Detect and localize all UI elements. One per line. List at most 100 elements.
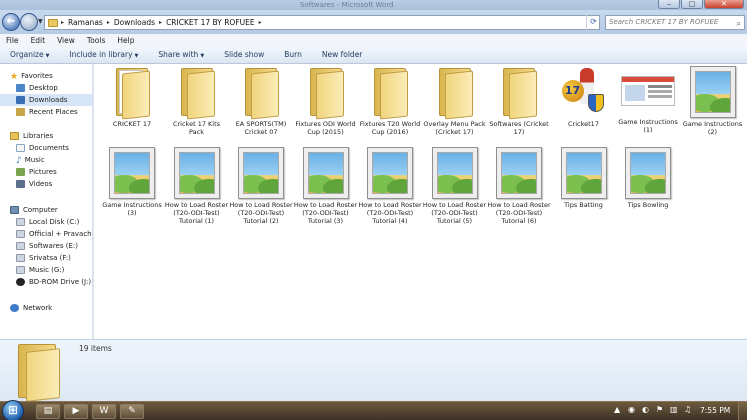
chevron-down-icon: ▼	[200, 53, 205, 59]
slide-show-button[interactable]: Slide show	[224, 50, 264, 59]
chevron-right-icon[interactable]: ▸	[61, 19, 64, 26]
search-placeholder: Search CRICKET 17 BY ROFUEE	[609, 18, 719, 26]
recent-pages-dropdown-icon[interactable]: ▼	[38, 18, 43, 25]
new-folder-button[interactable]: New folder	[322, 50, 363, 59]
refresh-icon[interactable]: ⟳	[586, 15, 600, 30]
folder-icon	[499, 66, 539, 120]
chevron-right-icon[interactable]: ▸	[159, 19, 162, 26]
hard-disk-icon	[16, 218, 25, 226]
nav-label: Libraries	[23, 132, 54, 140]
nav-pictures[interactable]: Pictures	[16, 166, 57, 178]
minimize-button[interactable]: –	[658, 0, 680, 9]
tray-chevron-up-icon[interactable]: ▲	[614, 405, 620, 414]
tray-flag-icon[interactable]: ⚑	[656, 405, 663, 414]
file-item[interactable]: Tips Batting	[552, 147, 616, 209]
show-desktop-button[interactable]	[738, 402, 747, 420]
documents-icon	[16, 144, 25, 152]
file-item[interactable]: EA SPORTS(TM) Cricket 07	[229, 66, 293, 136]
nav-drive-d[interactable]: Official + Pravachan	[16, 228, 92, 240]
tray-security-icon[interactable]: ◉	[628, 405, 635, 414]
nav-recent-places[interactable]: Recent Places	[16, 106, 78, 118]
taskbar-word-icon[interactable]: W	[92, 404, 116, 419]
chevron-right-icon[interactable]: ▸	[107, 19, 110, 26]
taskbar-paint-icon[interactable]: ✎	[120, 404, 144, 419]
burn-button[interactable]: Burn	[284, 50, 302, 59]
start-button[interactable]	[2, 400, 24, 420]
file-item[interactable]: How to Load Roster (T20-ODI-Test) Tutori…	[165, 147, 229, 225]
tray-volume-icon[interactable]: ♫	[684, 405, 691, 414]
nav-drive-e[interactable]: Softwares (E:)	[16, 240, 78, 252]
organize-button[interactable]: Organize ▼	[10, 50, 49, 59]
image-file-icon	[560, 147, 607, 199]
file-item[interactable]: CRICKET 17	[100, 66, 164, 128]
nav-computer[interactable]: Computer	[10, 204, 58, 216]
file-item[interactable]: Overlay Menu Pack (Cricket 17)	[423, 66, 487, 136]
taskbar: ▤ ▶ W ✎ ▲ ◉ ◐ ⚑ ▥ ♫ 7:55 PM	[0, 400, 747, 420]
include-in-library-button[interactable]: Include in library ▼	[69, 50, 138, 59]
nav-documents[interactable]: Documents	[16, 142, 69, 154]
file-item[interactable]: How to Load Roster (T20-ODI-Test) Tutori…	[487, 147, 551, 225]
menu-file[interactable]: File	[6, 36, 19, 45]
file-name: EA SPORTS(TM) Cricket 07	[235, 120, 287, 136]
chevron-down-icon: ▼	[45, 53, 50, 59]
nav-libraries[interactable]: Libraries	[10, 130, 53, 142]
nav-desktop[interactable]: Desktop	[16, 82, 58, 94]
file-item[interactable]: How to Load Roster (T20-ODI-Test) Tutori…	[294, 147, 358, 225]
file-item[interactable]: Softwares (Cricket 17)	[487, 66, 551, 136]
address-bar[interactable]: ▸ Ramanas ▸ Downloads ▸ CRICKET 17 BY RO…	[44, 15, 600, 30]
file-name: How to Load Roster (T20-ODI-Test) Tutori…	[229, 201, 293, 225]
search-input[interactable]: Search CRICKET 17 BY ROFUEE ⌕	[605, 15, 745, 30]
file-item[interactable]: Tips Bowling	[616, 147, 680, 209]
maximize-button[interactable]: □	[681, 0, 703, 9]
chevron-right-icon[interactable]: ▸	[259, 19, 262, 26]
close-button[interactable]: ✕	[704, 0, 744, 9]
nav-drive-j[interactable]: BD-ROM Drive (J:) C	[16, 276, 92, 288]
title-bar: Softwares - Microsoft Word – □ ✕	[0, 0, 747, 10]
file-name: Game Instructions (3)	[102, 201, 162, 217]
file-item[interactable]: 17 Cricket17	[552, 66, 616, 128]
folder-icon	[177, 66, 217, 120]
taskbar-folder-icon[interactable]: ▤	[36, 404, 60, 419]
menu-tools[interactable]: Tools	[87, 36, 105, 45]
nav-network[interactable]: Network	[10, 302, 52, 314]
nav-videos[interactable]: Videos	[16, 178, 52, 190]
tray-app-icon[interactable]: ◐	[642, 405, 649, 414]
file-item[interactable]: Game Instructions (2)	[681, 66, 745, 136]
breadcrumb-ramanas[interactable]: Ramanas	[68, 18, 103, 27]
desktop-icon	[16, 84, 25, 92]
clock[interactable]: 7:55 PM	[700, 406, 730, 415]
file-item[interactable]: Game Instructions (1)	[616, 66, 680, 134]
menu-edit[interactable]: Edit	[31, 36, 46, 45]
tray-network-icon[interactable]: ▥	[670, 405, 678, 414]
breadcrumb-downloads[interactable]: Downloads	[114, 18, 155, 27]
nav-drive-g[interactable]: Music (G:)	[16, 264, 64, 276]
file-item[interactable]: Cricket 17 Kits Pack	[165, 66, 229, 136]
file-item[interactable]: Game Instructions (3)	[100, 147, 164, 217]
hard-disk-icon	[16, 254, 25, 262]
share-with-button[interactable]: Share with ▼	[158, 50, 204, 59]
menu-help[interactable]: Help	[117, 36, 134, 45]
taskbar-media-icon[interactable]: ▶	[64, 404, 88, 419]
nav-drive-f[interactable]: Srivatsa (F:)	[16, 252, 71, 264]
star-icon: ★	[10, 72, 19, 82]
file-item[interactable]: How to Load Roster (T20-ODI-Test) Tutori…	[229, 147, 293, 225]
file-item[interactable]: Fixtures ODI World Cup (2015)	[294, 66, 358, 136]
nav-label: Softwares (E:)	[29, 242, 78, 250]
file-item[interactable]: How to Load Roster (T20-ODI-Test) Tutori…	[358, 147, 422, 225]
breadcrumb-current-folder[interactable]: CRICKET 17 BY ROFUEE	[166, 18, 255, 27]
nav-favorites[interactable]: ★ Favorites	[10, 70, 53, 82]
nav-downloads[interactable]: Downloads	[0, 94, 92, 106]
nav-music[interactable]: ♪ Music	[16, 154, 45, 166]
hard-disk-icon	[16, 242, 25, 250]
menu-view[interactable]: View	[57, 36, 75, 45]
nav-drive-c[interactable]: Local Disk (C:)	[16, 216, 79, 228]
hard-disk-icon	[16, 266, 25, 274]
videos-icon	[16, 180, 25, 188]
file-item[interactable]: Fixtures T20 World Cup (2016)	[358, 66, 422, 136]
folder-icon	[14, 344, 66, 402]
back-button[interactable]: ←	[2, 13, 20, 31]
forward-button[interactable]: →	[20, 13, 38, 31]
file-name: How to Load Roster (T20-ODI-Test) Tutori…	[422, 201, 487, 225]
search-icon[interactable]: ⌕	[737, 17, 741, 29]
file-item[interactable]: How to Load Roster (T20-ODI-Test) Tutori…	[423, 147, 487, 225]
